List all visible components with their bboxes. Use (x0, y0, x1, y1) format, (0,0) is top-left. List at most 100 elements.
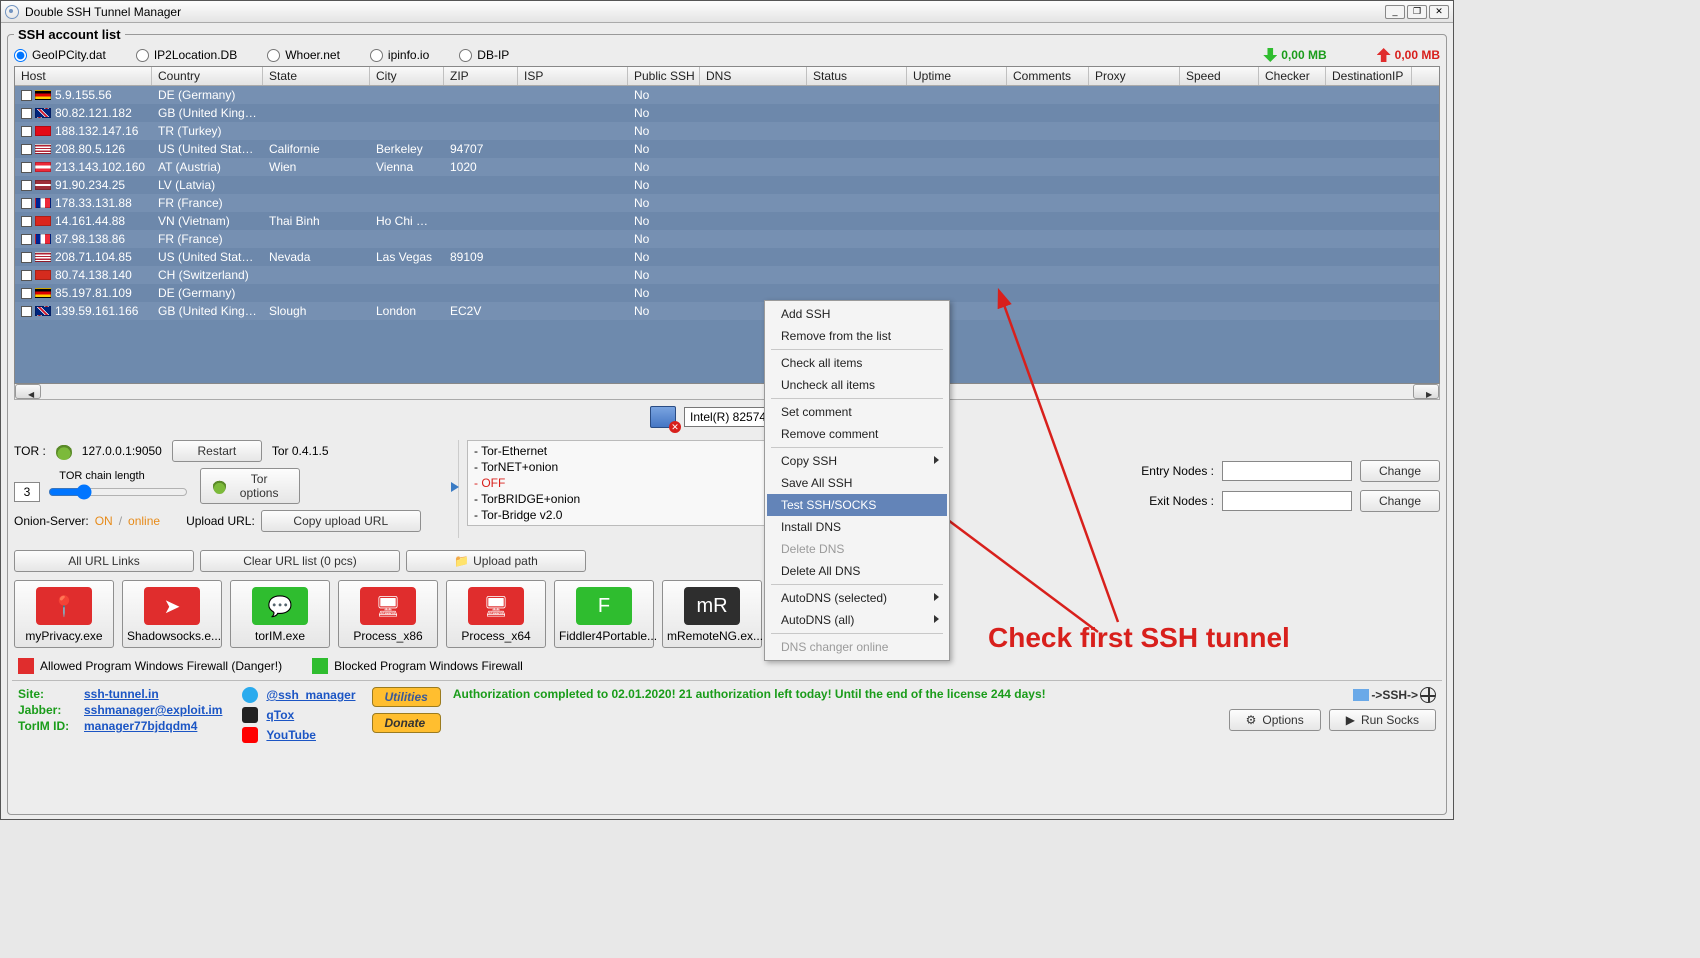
app-process-x64[interactable]: 🖥Process_x64 (446, 580, 546, 648)
copy-upload-url-button[interactable]: Copy upload URL (261, 510, 421, 532)
tor-options-button[interactable]: Tor options (200, 468, 300, 504)
ctx-delete-all-dns[interactable]: Delete All DNS (767, 560, 947, 582)
ctx-copy-ssh[interactable]: Copy SSH (767, 450, 947, 472)
row-checkbox[interactable] (21, 306, 32, 317)
donate-button[interactable]: Donate (372, 713, 441, 733)
ctx-test-ssh-socks[interactable]: Test SSH/SOCKS (767, 494, 947, 516)
column-status[interactable]: Status (807, 67, 907, 85)
column-state[interactable]: State (263, 67, 370, 85)
table-row[interactable]: 14.161.44.88VN (Vietnam)Thai BinhHo Chi … (15, 212, 1439, 230)
maximize-button[interactable]: ❐ (1407, 5, 1427, 19)
ctx-save-all-ssh[interactable]: Save All SSH (767, 472, 947, 494)
ctx-set-comment[interactable]: Set comment (767, 401, 947, 423)
app-process-x86[interactable]: 🖥Process_x86 (338, 580, 438, 648)
row-checkbox[interactable] (21, 144, 32, 155)
row-checkbox[interactable] (21, 198, 32, 209)
column-pubssh[interactable]: Public SSH (628, 67, 700, 85)
tor-chain-input[interactable] (14, 482, 40, 502)
horizontal-scrollbar[interactable]: ◀▶ (14, 384, 1440, 400)
ctx-install-dns[interactable]: Install DNS (767, 516, 947, 538)
row-checkbox[interactable] (21, 234, 32, 245)
column-speed[interactable]: Speed (1180, 67, 1259, 85)
table-row[interactable]: 188.132.147.16TR (Turkey)No (15, 122, 1439, 140)
geo-radio-db-ip[interactable]: DB-IP (459, 48, 509, 62)
table-row[interactable]: 80.82.121.182GB (United Kingdo...No (15, 104, 1439, 122)
utilities-button[interactable]: Utilities (372, 687, 441, 707)
qtox-link[interactable]: qTox (266, 708, 355, 722)
table-row[interactable]: 213.143.102.160AT (Austria)WienVienna102… (15, 158, 1439, 176)
entry-nodes-change-button[interactable]: Change (1360, 460, 1440, 482)
column-checker[interactable]: Checker (1259, 67, 1326, 85)
app-mremoteng-ex-[interactable]: mRmRemoteNG.ex... (662, 580, 762, 648)
ctx-check-all-items[interactable]: Check all items (767, 352, 947, 374)
geo-radio-ip2location-db[interactable]: IP2Location.DB (136, 48, 237, 62)
ctx-add-ssh[interactable]: Add SSH (767, 303, 947, 325)
table-row[interactable]: 5.9.155.56DE (Germany)No (15, 86, 1439, 104)
geo-radio-geoipcity-dat[interactable]: GeoIPCity.dat (14, 48, 106, 62)
network-option[interactable]: - TorBRIDGE+onion (474, 491, 782, 507)
row-checkbox[interactable] (21, 270, 32, 281)
ctx-remove-comment[interactable]: Remove comment (767, 423, 947, 445)
ctx-uncheck-all-items[interactable]: Uncheck all items (767, 374, 947, 396)
table-row[interactable]: 139.59.161.166GB (United Kingdo...Slough… (15, 302, 1439, 320)
column-country[interactable]: Country (152, 67, 263, 85)
row-checkbox[interactable] (21, 288, 32, 299)
options-button[interactable]: ⚙Options (1229, 709, 1321, 731)
column-dns[interactable]: DNS (700, 67, 807, 85)
column-city[interactable]: City (370, 67, 444, 85)
table-row[interactable]: 208.71.104.85US (United States)NevadaLas… (15, 248, 1439, 266)
ctx-remove-from-the-list[interactable]: Remove from the list (767, 325, 947, 347)
table-row[interactable]: 87.98.138.86FR (France)No (15, 230, 1439, 248)
youtube-link[interactable]: YouTube (266, 728, 355, 742)
column-zip[interactable]: ZIP (444, 67, 518, 85)
clear-url-list-button[interactable]: Clear URL list (0 pcs) (200, 550, 400, 572)
column-comments[interactable]: Comments (1007, 67, 1089, 85)
app-torim-exe[interactable]: 💬torIM.exe (230, 580, 330, 648)
network-option[interactable]: - Tor-Bridge v2.0 (474, 507, 782, 523)
network-option[interactable]: - Tor-Ethernet (474, 443, 782, 459)
table-row[interactable]: 178.33.131.88FR (France)No (15, 194, 1439, 212)
tor-chain-slider[interactable] (48, 484, 188, 500)
network-option[interactable]: - OFF (474, 475, 782, 491)
site-link[interactable]: ssh-tunnel.in (84, 687, 222, 701)
table-row[interactable]: 208.80.5.126US (United States)Californie… (15, 140, 1439, 158)
torim-link[interactable]: manager77bjdqdm4 (84, 719, 222, 733)
column-isp[interactable]: ISP (518, 67, 628, 85)
column-uptime[interactable]: Uptime (907, 67, 1007, 85)
row-checkbox[interactable] (21, 108, 32, 119)
jabber-link[interactable]: sshmanager@exploit.im (84, 703, 222, 717)
row-checkbox[interactable] (21, 180, 32, 191)
all-url-links-button[interactable]: All URL Links (14, 550, 194, 572)
close-button[interactable]: ✕ (1429, 5, 1449, 19)
run-socks-button[interactable]: ▶Run Socks (1329, 709, 1436, 731)
table-row[interactable]: 91.90.234.25LV (Latvia)No (15, 176, 1439, 194)
network-mode-list[interactable]: - Tor-Ethernet- TorNET+onion- OFF- TorBR… (467, 440, 789, 526)
geo-radio-ipinfo-io[interactable]: ipinfo.io (370, 48, 429, 62)
row-checkbox[interactable] (21, 252, 32, 263)
entry-nodes-input[interactable] (1222, 461, 1352, 481)
upload-path-button[interactable]: 📁 Upload path (406, 550, 586, 572)
app-myprivacy-exe[interactable]: 📍myPrivacy.exe (14, 580, 114, 648)
exit-nodes-input[interactable] (1222, 491, 1352, 511)
row-checkbox[interactable] (21, 216, 32, 227)
ctx-autodns-selected-[interactable]: AutoDNS (selected) (767, 587, 947, 609)
app-shadowsocks-e-[interactable]: ➤Shadowsocks.e... (122, 580, 222, 648)
upload-url-label: Upload URL: (186, 514, 255, 528)
context-menu[interactable]: Add SSHRemove from the list Check all ite… (764, 300, 950, 661)
column-host[interactable]: Host (15, 67, 152, 85)
column-proxy[interactable]: Proxy (1089, 67, 1180, 85)
geo-radio-whoer-net[interactable]: Whoer.net (267, 48, 340, 62)
tor-restart-button[interactable]: Restart (172, 440, 262, 462)
row-checkbox[interactable] (21, 126, 32, 137)
network-option[interactable]: - TorNET+onion (474, 459, 782, 475)
app-fiddler4portable-[interactable]: FFiddler4Portable... (554, 580, 654, 648)
table-row[interactable]: 85.197.81.109DE (Germany)No (15, 284, 1439, 302)
telegram-link[interactable]: @ssh_manager (266, 688, 355, 702)
table-row[interactable]: 80.74.138.140CH (Switzerland)No (15, 266, 1439, 284)
exit-nodes-change-button[interactable]: Change (1360, 490, 1440, 512)
row-checkbox[interactable] (21, 162, 32, 173)
column-destip[interactable]: DestinationIP (1326, 67, 1412, 85)
ctx-autodns-all-[interactable]: AutoDNS (all) (767, 609, 947, 631)
row-checkbox[interactable] (21, 90, 32, 101)
minimize-button[interactable]: _ (1385, 5, 1405, 19)
